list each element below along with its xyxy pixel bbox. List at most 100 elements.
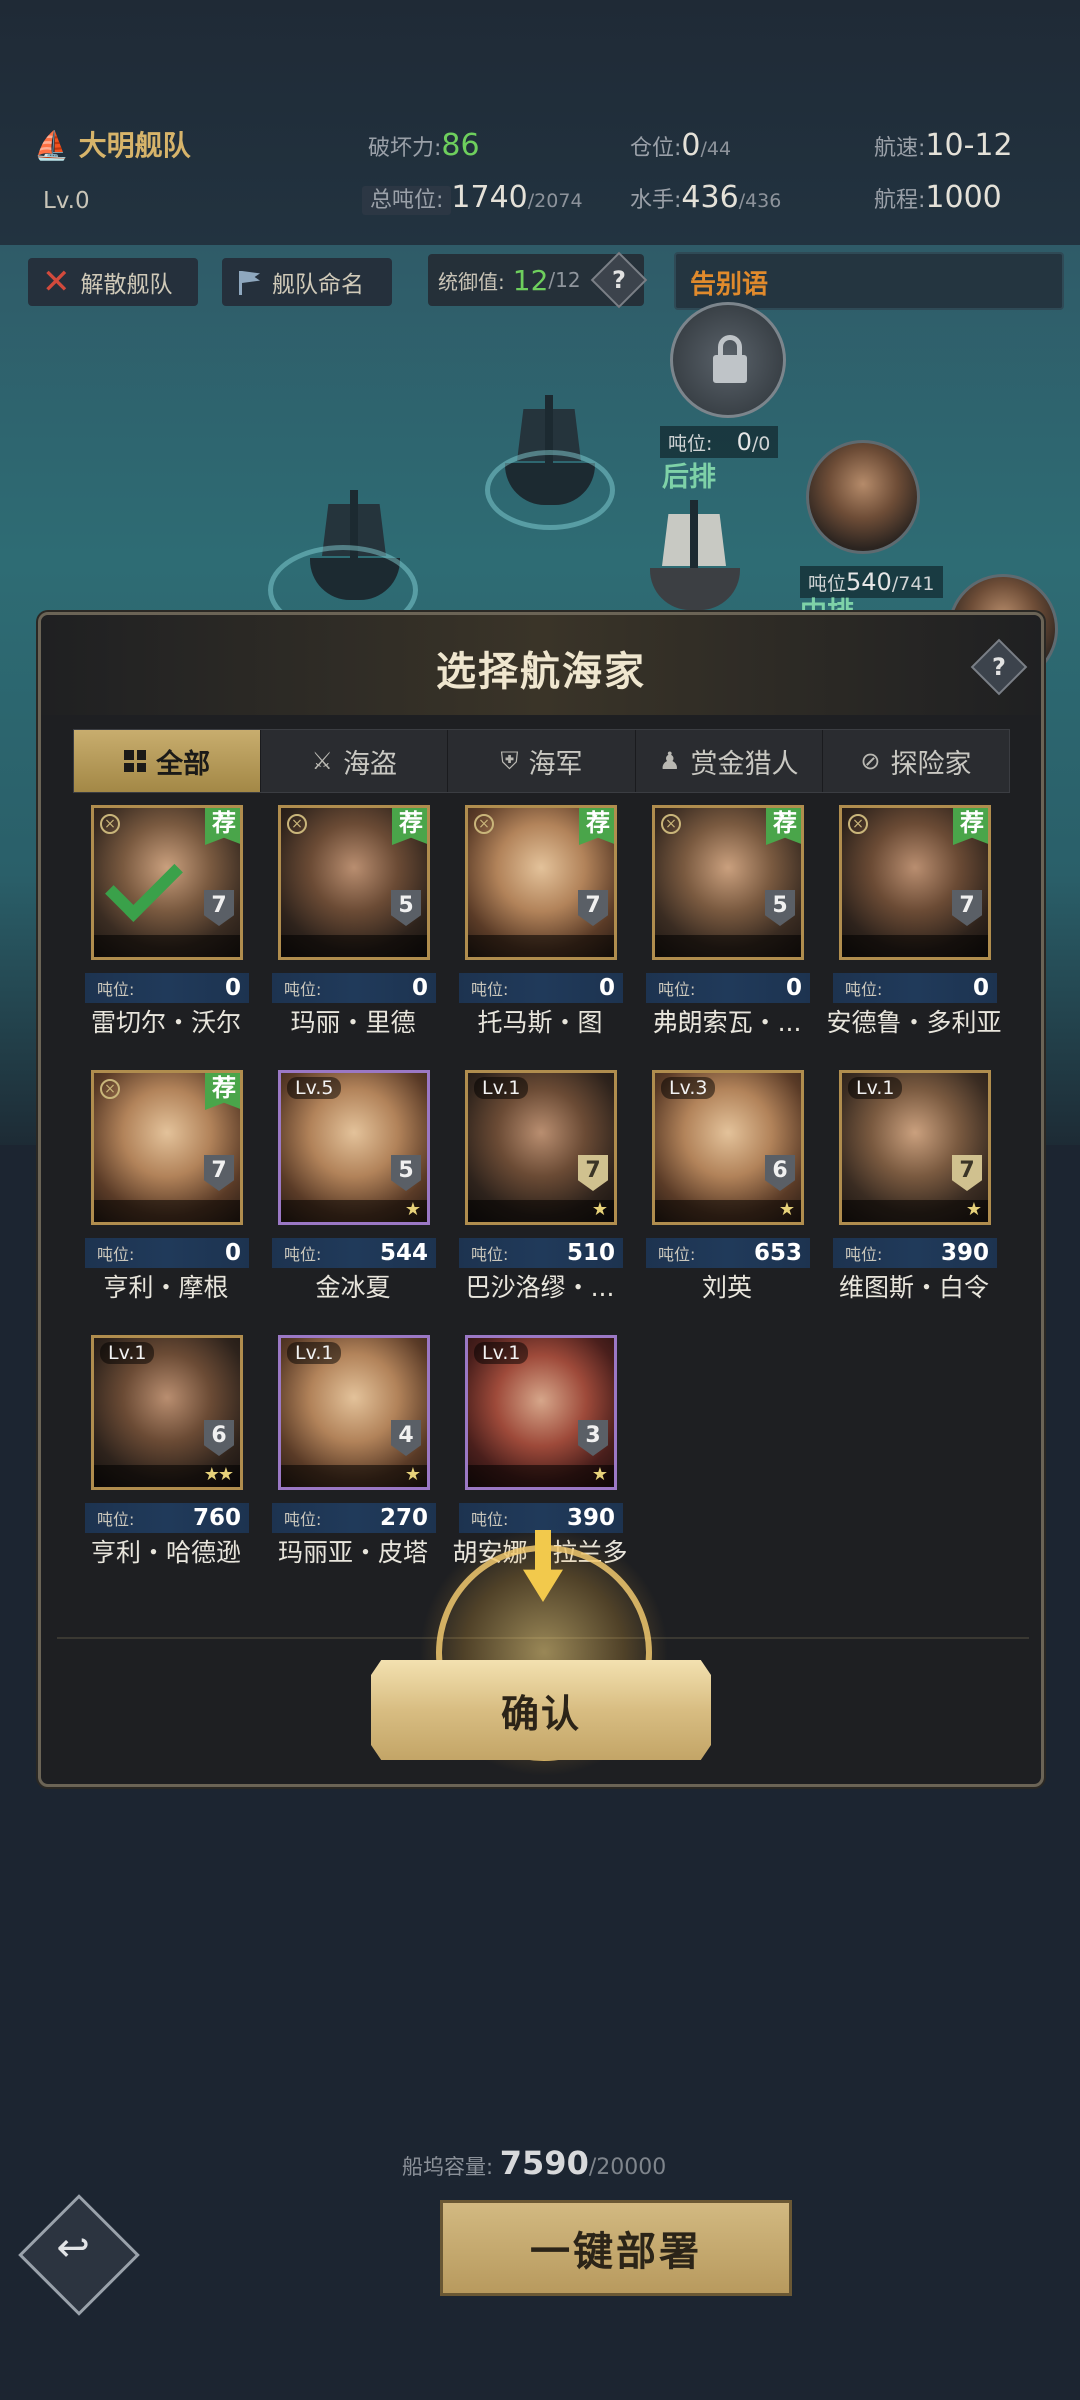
- navigator-name: 玛丽・里德: [290, 1008, 416, 1037]
- grid-icon: [124, 750, 147, 772]
- command-value: 12: [512, 263, 549, 297]
- hold-label: 仓位:: [630, 136, 682, 161]
- tonnage-row: 吨位: 390: [833, 1238, 997, 1268]
- command-label: 统御值:: [438, 269, 505, 294]
- tonnage-value: 390: [940, 1240, 989, 1266]
- crew-max: /436: [738, 190, 782, 212]
- tonnage-label: 吨位:: [471, 1510, 509, 1529]
- navigator-name: 亨利・摩根: [103, 1273, 229, 1302]
- tab-explorer[interactable]: ⊘ 探险家: [823, 730, 1009, 792]
- flag-icon: [236, 269, 262, 295]
- navigator-card[interactable]: Lv.1 7 ★ 吨位: 390 维图斯・白令: [819, 1070, 1009, 1302]
- back-tonnage-max: /0: [751, 433, 771, 455]
- hold-value: 0: [681, 128, 701, 163]
- range-label: 航程:: [874, 188, 926, 213]
- star-rating: ★★: [203, 1464, 234, 1485]
- compass-icon: ⊘: [860, 747, 881, 775]
- tonnage-value: 0: [224, 1240, 241, 1266]
- tonnage-label: 吨位:: [845, 980, 883, 999]
- tonnage-value: 0: [411, 975, 428, 1001]
- tonnage-value: 0: [598, 975, 615, 1001]
- navigator-portrait: × 荐 7: [91, 805, 243, 960]
- level-badge: Lv.1: [100, 1342, 155, 1364]
- tonnage-label: 吨位:: [284, 980, 322, 999]
- confirm-button[interactable]: 确认: [371, 1660, 711, 1760]
- navigator-portrait: × 荐 5: [278, 805, 430, 960]
- modal-help-button[interactable]: ?: [970, 638, 1028, 696]
- crossed-swords-icon: ⚔: [311, 747, 334, 775]
- damage-stat: 破坏力:86: [368, 128, 480, 163]
- back-row-tonnage: 吨位: 0/0: [660, 426, 779, 458]
- one-click-deploy-button[interactable]: 一键部署: [440, 2200, 792, 2296]
- damage-value: 86: [441, 128, 480, 163]
- disband-fleet-button[interactable]: ✕ 解散舰队: [28, 258, 198, 306]
- tonnage-max: /2074: [527, 190, 583, 212]
- navigator-portrait: × 荐 7: [839, 805, 991, 960]
- hold-max: /44: [700, 138, 732, 160]
- class-icon: ×: [661, 814, 681, 834]
- navigator-card[interactable]: × 荐 7 吨位: 0 安德鲁・多利亚: [819, 805, 1009, 1037]
- range-stat: 航程:1000: [874, 180, 1002, 215]
- hunter-icon: ♟: [658, 747, 681, 775]
- locked-slot[interactable]: [670, 302, 786, 418]
- tab-all[interactable]: 全部: [74, 730, 262, 792]
- tab-bounty-hunter[interactable]: ♟ 赏金猎人: [636, 730, 823, 792]
- crew-label: 水手:: [630, 188, 682, 213]
- navigator-portrait: Lv.1 3 ★: [465, 1335, 617, 1490]
- tab-pirate[interactable]: ⚔ 海盗: [261, 730, 449, 792]
- tab-navy[interactable]: ⛨ 海军: [448, 730, 636, 792]
- rename-label: 舰队命名: [272, 272, 364, 298]
- tonnage-row: 吨位: 0: [459, 973, 623, 1003]
- level-badge: Lv.1: [848, 1077, 903, 1099]
- ship-silhouette: [640, 500, 750, 620]
- tonnage-label: 吨位:: [658, 1245, 696, 1264]
- level-badge: Lv.1: [474, 1342, 529, 1364]
- lock-icon-body: [713, 355, 747, 383]
- navigator-card[interactable]: Lv.5 5 ★ 吨位: 544 金冰夏: [258, 1070, 448, 1302]
- navigator-card[interactable]: × 荐 7 吨位: 0 亨利・摩根: [71, 1070, 261, 1302]
- tonnage-label: 总吨位:: [362, 186, 452, 215]
- navigator-card[interactable]: Lv.1 7 ★ 吨位: 510 巴沙洛缪・...: [445, 1070, 635, 1302]
- tonnage-value: 653: [753, 1240, 802, 1266]
- rename-fleet-button[interactable]: 舰队命名: [222, 258, 392, 306]
- range-value: 1000: [925, 180, 1002, 215]
- disband-label: 解散舰队: [80, 272, 173, 298]
- modal-title: 选择航海家: [436, 648, 646, 695]
- damage-label: 破坏力:: [368, 136, 442, 161]
- tonnage-row: 吨位: 544: [272, 1238, 436, 1268]
- class-icon: ×: [848, 814, 868, 834]
- tonnage-value: 544: [379, 1240, 428, 1266]
- navigator-name: 玛丽亚・皮塔: [277, 1538, 428, 1567]
- navigator-card[interactable]: Lv.1 6 ★★ 吨位: 760 亨利・哈德逊: [71, 1335, 261, 1567]
- navigator-card[interactable]: Lv.3 6 ★ 吨位: 653 刘英: [632, 1070, 822, 1302]
- tonnage-row: 吨位: 270: [272, 1503, 436, 1533]
- navigator-card[interactable]: Lv.1 4 ★ 吨位: 270 玛丽亚・皮塔: [258, 1335, 448, 1567]
- category-tabs: 全部 ⚔ 海盗 ⛨ 海军 ♟ 赏金猎人 ⊘ 探险家: [73, 729, 1010, 793]
- dock-value: 7590: [499, 2144, 589, 2182]
- tonnage-label: 吨位:: [471, 980, 509, 999]
- portrait-footer: [94, 1200, 240, 1222]
- portrait-footer: [655, 935, 801, 957]
- tab-label: 赏金猎人: [690, 748, 799, 780]
- tonnage-label: 吨位:: [284, 1510, 322, 1529]
- tonnage-stat: 总吨位: 1740/2074: [362, 180, 583, 215]
- tonnage-value: 0: [785, 975, 802, 1001]
- navigator-name: 刘英: [701, 1273, 752, 1302]
- portrait-footer: [94, 935, 240, 957]
- tonnage-row: 吨位: 0: [646, 973, 810, 1003]
- navigator-portrait: Lv.1 7 ★: [839, 1070, 991, 1225]
- navigator-card[interactable]: × 荐 7 吨位: 0 雷切尔・沃尔: [71, 805, 261, 1037]
- navigator-card[interactable]: × 荐 5 吨位: 0 玛丽・里德: [258, 805, 448, 1037]
- tonnage-row: 吨位: 653: [646, 1238, 810, 1268]
- return-arrow-icon: ↩: [56, 2224, 90, 2271]
- navigator-card[interactable]: × 荐 7 吨位: 0 托马斯・图: [445, 805, 635, 1037]
- hold-stat: 仓位:0/44: [630, 128, 731, 163]
- dock-max: /20000: [588, 2155, 667, 2180]
- command-help-button[interactable]: ?: [590, 251, 647, 309]
- captain-avatar[interactable]: [806, 440, 920, 554]
- class-icon: ×: [287, 814, 307, 834]
- navigator-card[interactable]: × 荐 5 吨位: 0 弗朗索瓦・...: [632, 805, 822, 1037]
- tonnage-value: 1740: [451, 180, 528, 215]
- back-tonnage-label: 吨位:: [668, 433, 713, 455]
- navigator-portrait: × 荐 5: [652, 805, 804, 960]
